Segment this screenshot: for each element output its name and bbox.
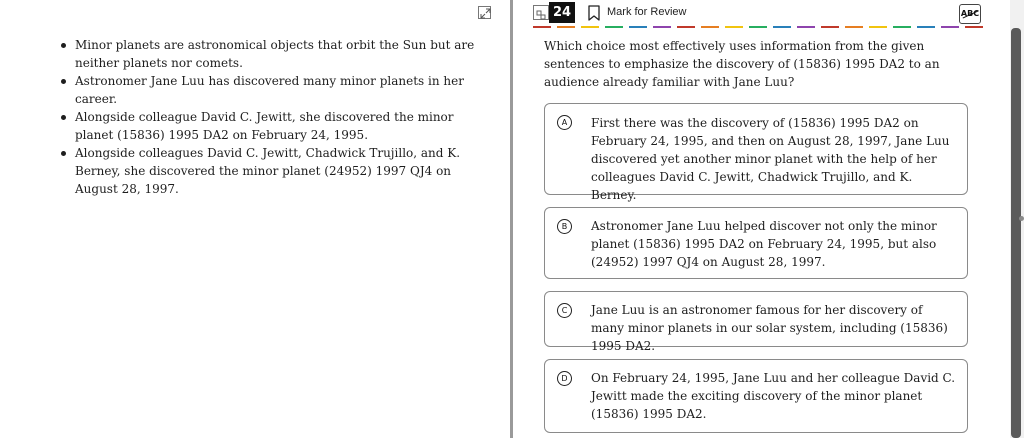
strikethrough-abc-button[interactable]: ABC — [959, 4, 981, 24]
dash-segment — [629, 26, 647, 28]
dash-segment — [773, 26, 791, 28]
option-letter-a: A — [557, 115, 572, 130]
question-header: 24 Mark for Review ABC — [533, 2, 983, 24]
option-text-d: On February 24, 1995, Jane Luu and her c… — [591, 371, 956, 421]
answer-option-b[interactable]: B Astronomer Jane Luu helped discover no… — [544, 207, 968, 279]
passage-bullet: Astronomer Jane Luu has discovered many … — [57, 72, 477, 108]
passage-bullet: Minor planets are astronomical objects t… — [57, 36, 477, 72]
passage-bullet-list: Minor planets are astronomical objects t… — [57, 36, 477, 198]
dash-segment — [869, 26, 887, 28]
dash-divider — [533, 26, 983, 28]
dash-segment — [725, 26, 743, 28]
dash-segment — [653, 26, 671, 28]
option-letter-c: C — [557, 303, 572, 318]
dash-segment — [749, 26, 767, 28]
dash-segment — [605, 26, 623, 28]
dash-segment — [821, 26, 839, 28]
answer-option-d[interactable]: D On February 24, 1995, Jane Luu and her… — [544, 359, 968, 433]
dash-segment — [845, 26, 863, 28]
dash-segment — [797, 26, 815, 28]
option-text-b: Astronomer Jane Luu helped discover not … — [591, 219, 937, 269]
answer-option-c[interactable]: C Jane Luu is an astronomer famous for h… — [544, 291, 968, 353]
passage-pane: Minor planets are astronomical objects t… — [0, 0, 510, 438]
dash-segment — [893, 26, 911, 28]
passage-bullet: Alongside colleague David C. Jewitt, she… — [57, 108, 477, 144]
bookmark-icon[interactable] — [587, 5, 601, 22]
mark-for-review-label[interactable]: Mark for Review — [607, 5, 686, 19]
expand-arrows-icon — [480, 8, 491, 19]
passage-bullet: Alongside colleagues David C. Jewitt, Ch… — [57, 144, 477, 198]
scroll-indicator-dot — [1019, 216, 1024, 221]
dash-segment — [941, 26, 959, 28]
expand-icon[interactable] — [478, 6, 491, 19]
answer-option-a[interactable]: A First there was the discovery of (1583… — [544, 103, 968, 202]
dash-segment — [917, 26, 935, 28]
dash-segment — [533, 26, 551, 28]
option-text-a: First there was the discovery of (15836)… — [591, 116, 950, 202]
option-letter-b: B — [557, 219, 572, 234]
option-text-c: Jane Luu is an astronomer famous for her… — [591, 303, 948, 353]
question-prompt: Which choice most effectively uses infor… — [544, 39, 940, 89]
option-letter-d: D — [557, 371, 572, 386]
question-grid-icon — [533, 5, 549, 20]
dash-segment — [701, 26, 719, 28]
question-number: 24 — [549, 2, 576, 23]
question-pane: 24 Mark for Review ABC Which choice most… — [513, 0, 1010, 438]
dash-segment — [557, 26, 575, 28]
dash-segment — [677, 26, 695, 28]
dash-segment — [581, 26, 599, 28]
scrollbar-thumb[interactable] — [1011, 28, 1021, 438]
dash-segment — [965, 26, 983, 28]
